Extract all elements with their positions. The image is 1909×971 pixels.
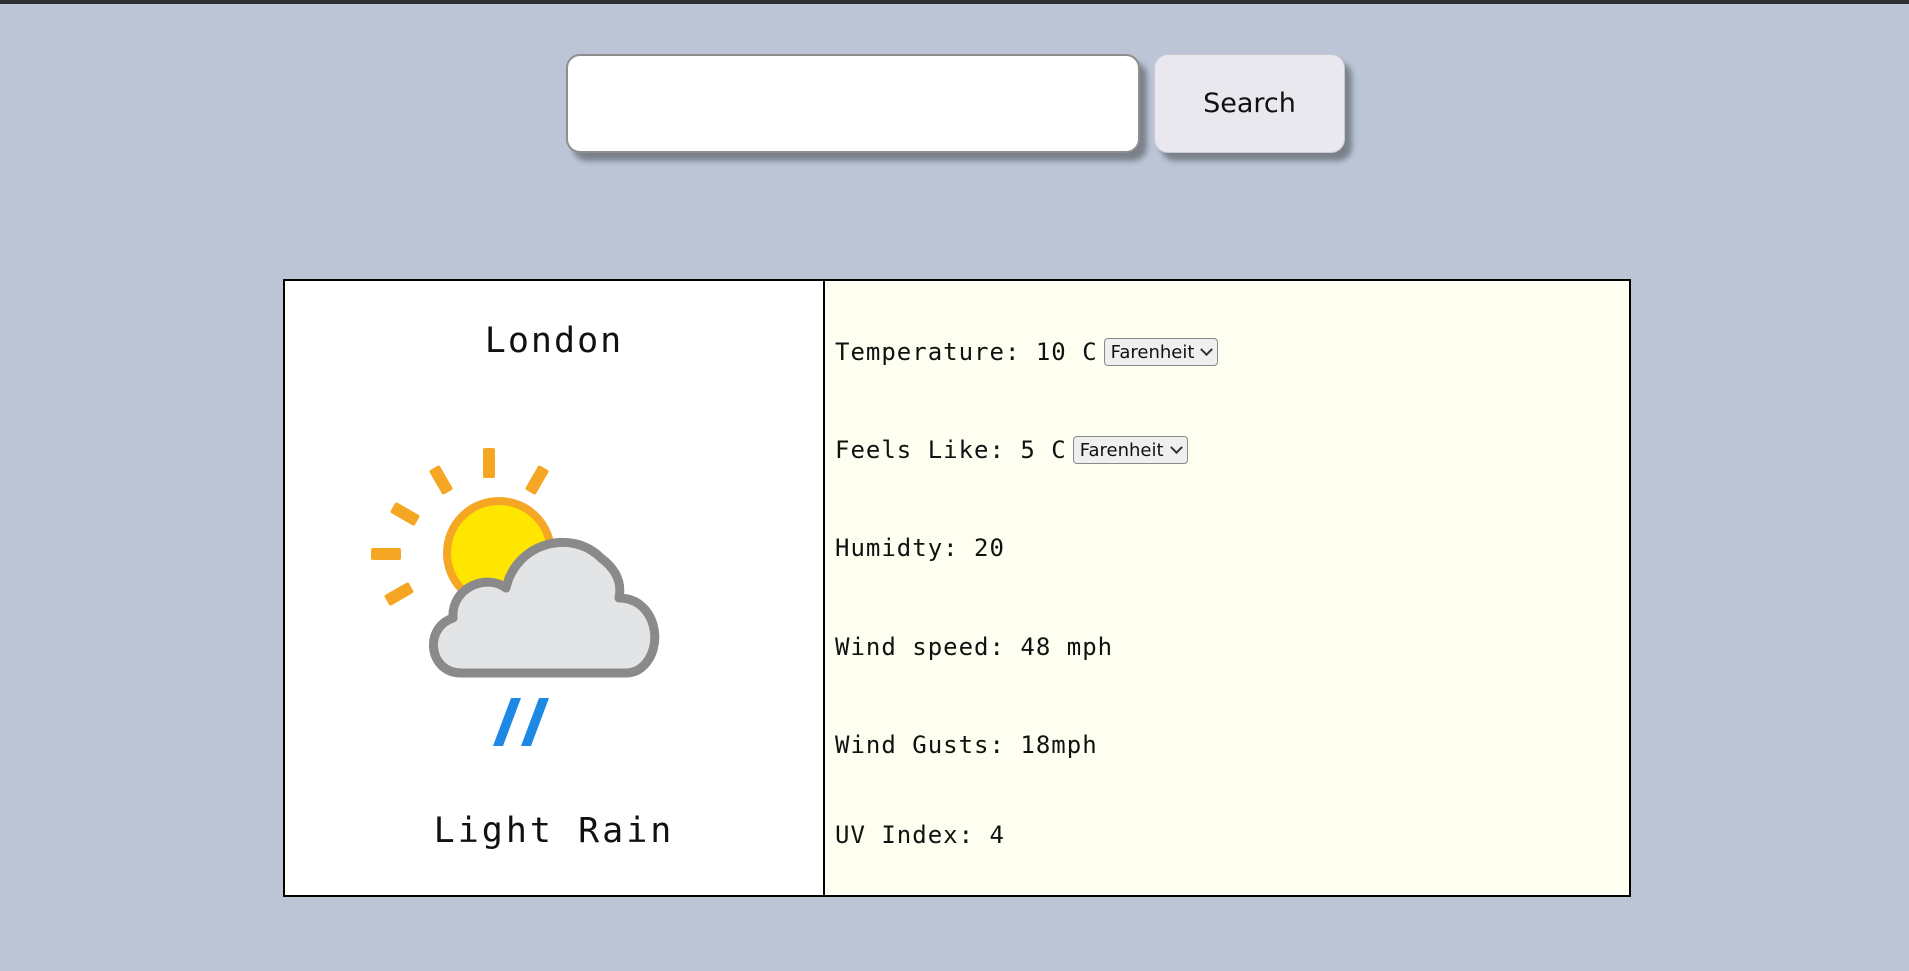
wind-gusts-row: Wind Gusts: 18mph bbox=[835, 728, 1098, 762]
search-button[interactable]: Search bbox=[1154, 54, 1345, 153]
chevron-down-icon bbox=[1169, 440, 1183, 454]
summary-panel: London Light Rain bbox=[285, 281, 825, 895]
feels-like-unit-select[interactable]: Farenheit bbox=[1072, 436, 1188, 464]
temperature-unit-select[interactable]: Farenheit bbox=[1103, 338, 1219, 366]
wind-speed-value: 48 mph bbox=[1020, 633, 1114, 661]
wind-gusts-value: 18mph bbox=[1020, 731, 1098, 759]
wind-gusts-label: Wind Gusts: bbox=[835, 731, 1005, 759]
uv-index-row: UV Index: 4 bbox=[835, 818, 1005, 852]
humidity-row: Humidty: 20 bbox=[835, 531, 1005, 565]
wind-speed-label: Wind speed: bbox=[835, 633, 1005, 661]
wind-speed-row: Wind speed: 48 mph bbox=[835, 630, 1113, 664]
sun-cloud-rain-icon bbox=[371, 448, 660, 746]
temperature-row: Temperature: 10 C Farenheit bbox=[835, 335, 1219, 369]
temperature-label: Temperature: bbox=[835, 338, 1021, 366]
weather-condition: Light Rain bbox=[433, 811, 675, 851]
weather-card: London Light Rain Temperature: 10 C Fare… bbox=[283, 279, 1631, 897]
feels-like-row: Feels Like: 5 C Farenheit bbox=[835, 433, 1188, 467]
top-border bbox=[0, 0, 1909, 4]
chevron-down-icon bbox=[1200, 342, 1214, 356]
temperature-value: 10 C bbox=[1035, 338, 1098, 366]
city-name: London bbox=[484, 321, 624, 361]
details-panel: Temperature: 10 C Farenheit Feels Like: … bbox=[825, 281, 1629, 895]
feels-like-label: Feels Like: bbox=[835, 436, 1005, 464]
feels-like-value: 5 C bbox=[1020, 436, 1067, 464]
temperature-unit-option: Farenheit bbox=[1110, 341, 1195, 363]
feels-like-unit-option: Farenheit bbox=[1079, 439, 1164, 461]
uv-index-label: UV Index: bbox=[835, 821, 975, 849]
humidity-value: 20 bbox=[974, 534, 1005, 562]
city-search-input[interactable] bbox=[566, 54, 1140, 153]
humidity-label: Humidty: bbox=[835, 534, 959, 562]
uv-index-value: 4 bbox=[989, 821, 1005, 849]
search-bar: Search bbox=[566, 54, 1345, 153]
